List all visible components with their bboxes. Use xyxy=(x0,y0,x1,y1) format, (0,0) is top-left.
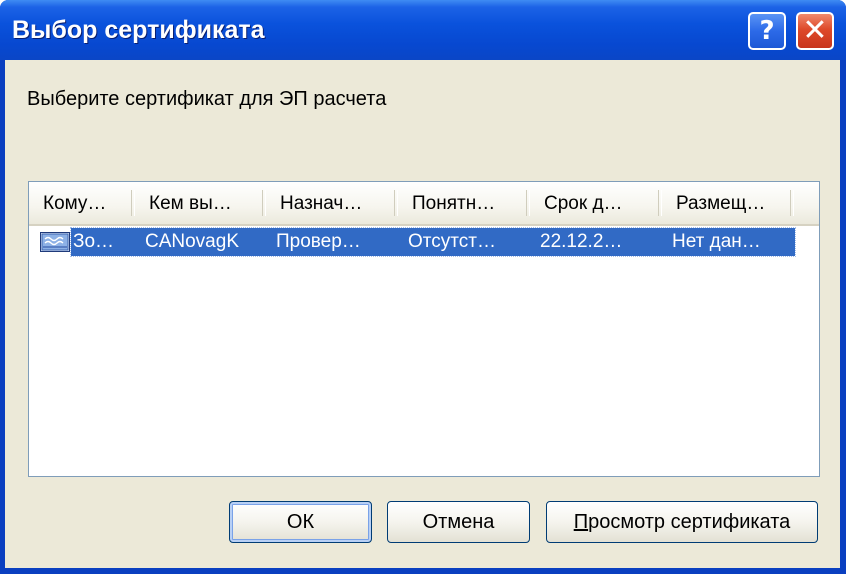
dialog-body: Выберите сертификат для ЭП расчета Кому…… xyxy=(5,60,840,568)
help-button[interactable]: ? xyxy=(748,12,786,50)
close-button[interactable]: ✕ xyxy=(796,12,834,50)
column-header-expiration[interactable]: Срок д… xyxy=(530,182,662,224)
column-header-label: Срок д… xyxy=(544,193,623,214)
view-certificate-mnemonic: П xyxy=(573,511,589,533)
certificate-list[interactable]: Кому… Кем вы… Назнач… Понятн… Срок д… Ра… xyxy=(28,181,820,477)
cell-friendly-name: Отсутст… xyxy=(408,231,496,252)
column-header-label: Кем вы… xyxy=(149,193,232,214)
cell-issued-to: Зо… xyxy=(73,231,115,252)
cancel-button[interactable]: Отмена xyxy=(387,501,530,543)
title-bar[interactable]: Выбор сертификата ? ✕ xyxy=(0,0,846,60)
ok-button[interactable]: ОК xyxy=(229,501,372,543)
view-certificate-button[interactable]: Просмотр сертификата xyxy=(546,501,818,543)
column-header-purpose[interactable]: Назнач… xyxy=(266,182,398,224)
table-row[interactable]: Зо… CANovagK Провер… Отсутст… 22.12.2… Н… xyxy=(39,227,796,257)
cell-expiration: 22.12.2… xyxy=(540,231,623,252)
column-header-location[interactable]: Размещ… xyxy=(662,182,794,224)
certificate-dialog: Выбор сертификата ? ✕ Выберите сертифика… xyxy=(0,0,846,574)
cell-location: Нет дан… xyxy=(672,231,761,252)
column-header-label: Назнач… xyxy=(280,193,363,214)
cell-issued-by: CANovagK xyxy=(145,231,239,252)
prompt-label: Выберите сертификат для ЭП расчета xyxy=(27,88,387,110)
column-header-label: Кому… xyxy=(43,193,107,214)
cell-purpose: Провер… xyxy=(276,231,361,252)
window-title: Выбор сертификата xyxy=(12,16,265,44)
certificate-icon xyxy=(40,232,70,252)
column-header-issued-by[interactable]: Кем вы… xyxy=(135,182,266,224)
column-header-friendly-name[interactable]: Понятн… xyxy=(398,182,530,224)
list-header: Кому… Кем вы… Назнач… Понятн… Срок д… Ра… xyxy=(29,182,819,226)
column-header-label: Размещ… xyxy=(676,193,766,214)
view-certificate-label: росмотр сертификата xyxy=(588,511,791,533)
selected-row-highlight: Зо… CANovagK Провер… Отсутст… 22.12.2… Н… xyxy=(70,227,796,257)
column-header-issued-to[interactable]: Кому… xyxy=(29,182,135,224)
column-header-label: Понятн… xyxy=(412,193,496,214)
